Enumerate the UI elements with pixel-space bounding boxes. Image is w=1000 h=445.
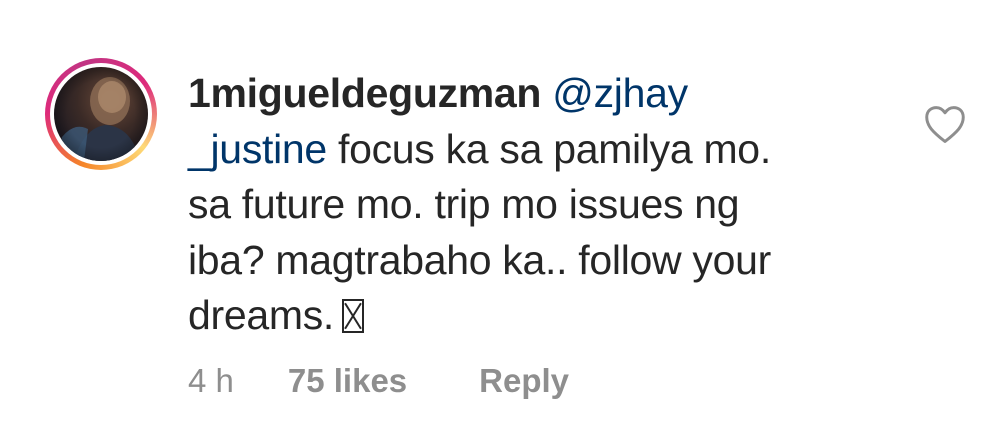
- comment-line-4: iba? magtrabaho ka.. follow your: [188, 236, 771, 283]
- comment-row: 1migueldeguzman @zjhay _justine focus ka…: [0, 0, 1000, 445]
- heart-outline-icon[interactable]: [924, 105, 966, 145]
- missing-glyph-emoji-icon: [342, 299, 365, 333]
- comment-meta: 4 h 75 likes Reply: [188, 362, 569, 400]
- mention-link-continued[interactable]: _justine: [188, 126, 327, 172]
- likes-count-link[interactable]: 75 likes: [288, 362, 407, 400]
- avatar-story-ring[interactable]: [45, 58, 157, 170]
- comment-text: 1migueldeguzman @zjhay _justine focus ka…: [188, 66, 888, 344]
- comment-line-3: sa future mo. trip mo issues ng: [188, 181, 740, 227]
- comment-line-2: _justine focus ka sa pamilya mo.: [188, 122, 888, 178]
- avatar-ring-gap: [50, 63, 152, 165]
- mention-link[interactable]: @zjhay: [552, 70, 688, 116]
- comment-body-part-1: focus ka sa pamilya mo.: [338, 125, 771, 172]
- comment-body-end: dreams.: [188, 292, 335, 338]
- comment-line-5: dreams.: [188, 288, 888, 344]
- avatar-photo: [54, 67, 148, 161]
- username-link[interactable]: 1migueldeguzman: [188, 70, 541, 116]
- comment-line-1: 1migueldeguzman @zjhay: [188, 66, 888, 122]
- comment-timestamp[interactable]: 4 h: [188, 362, 234, 400]
- avatar[interactable]: [54, 67, 148, 161]
- reply-button[interactable]: Reply: [479, 362, 569, 400]
